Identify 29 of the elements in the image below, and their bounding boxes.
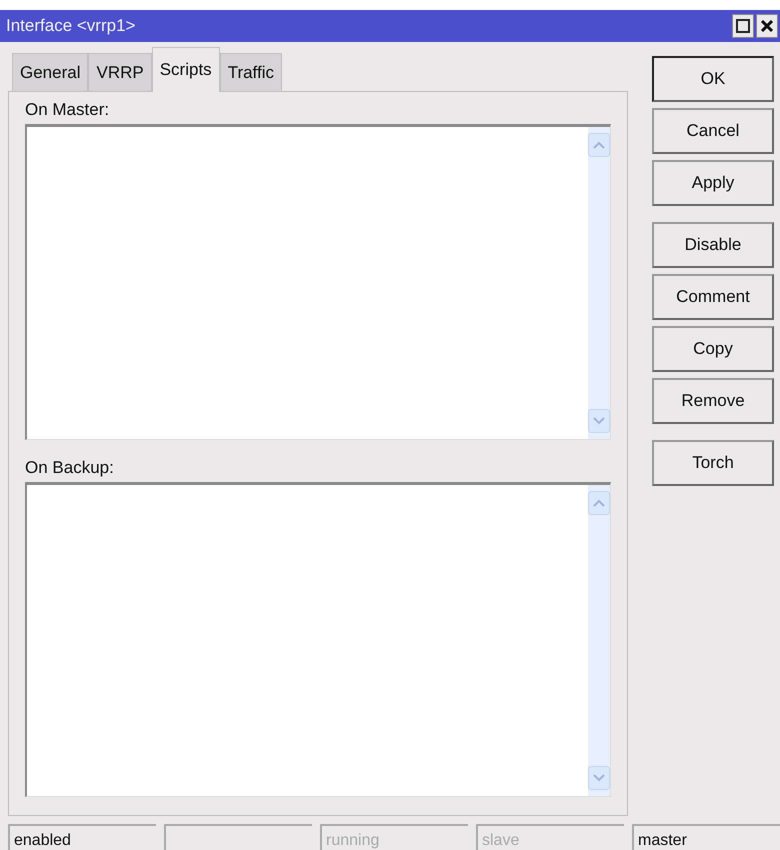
tab[interactable]: VRRP (88, 53, 152, 92)
dialog-button[interactable]: Copy (652, 326, 774, 372)
dialog-button[interactable]: Cancel (652, 108, 774, 154)
status-field: master (632, 824, 780, 850)
status-field: enabled (8, 824, 156, 850)
scroll-down-icon[interactable] (588, 766, 610, 790)
dialog-button[interactable]: Torch (652, 440, 774, 486)
scrollbar[interactable] (588, 484, 610, 796)
field-label: On Backup: (25, 458, 115, 478)
field-label: On Master: (25, 100, 110, 120)
scroll-down-icon[interactable] (588, 408, 610, 432)
dialog-button[interactable]: OK (652, 56, 774, 102)
close-icon[interactable] (756, 14, 778, 38)
scrollbar[interactable] (588, 127, 610, 438)
dialog-button[interactable]: Apply (652, 160, 774, 206)
tab[interactable]: Scripts (152, 47, 220, 92)
status-field: slave (476, 824, 624, 850)
tab[interactable]: Traffic (220, 53, 282, 92)
dialog-button[interactable]: Disable (652, 222, 774, 268)
dialog-button[interactable]: Remove (652, 378, 774, 424)
script-field[interactable] (25, 482, 611, 797)
status-field: running (320, 824, 468, 850)
dialog-button[interactable]: Comment (652, 274, 774, 320)
tab[interactable]: General (12, 53, 88, 92)
script-field[interactable] (25, 124, 611, 440)
scroll-up-icon[interactable] (588, 133, 610, 157)
maximize-icon[interactable] (732, 14, 754, 38)
window-title: Interface <vrrp1> (6, 16, 136, 36)
scroll-up-icon[interactable] (588, 490, 610, 514)
